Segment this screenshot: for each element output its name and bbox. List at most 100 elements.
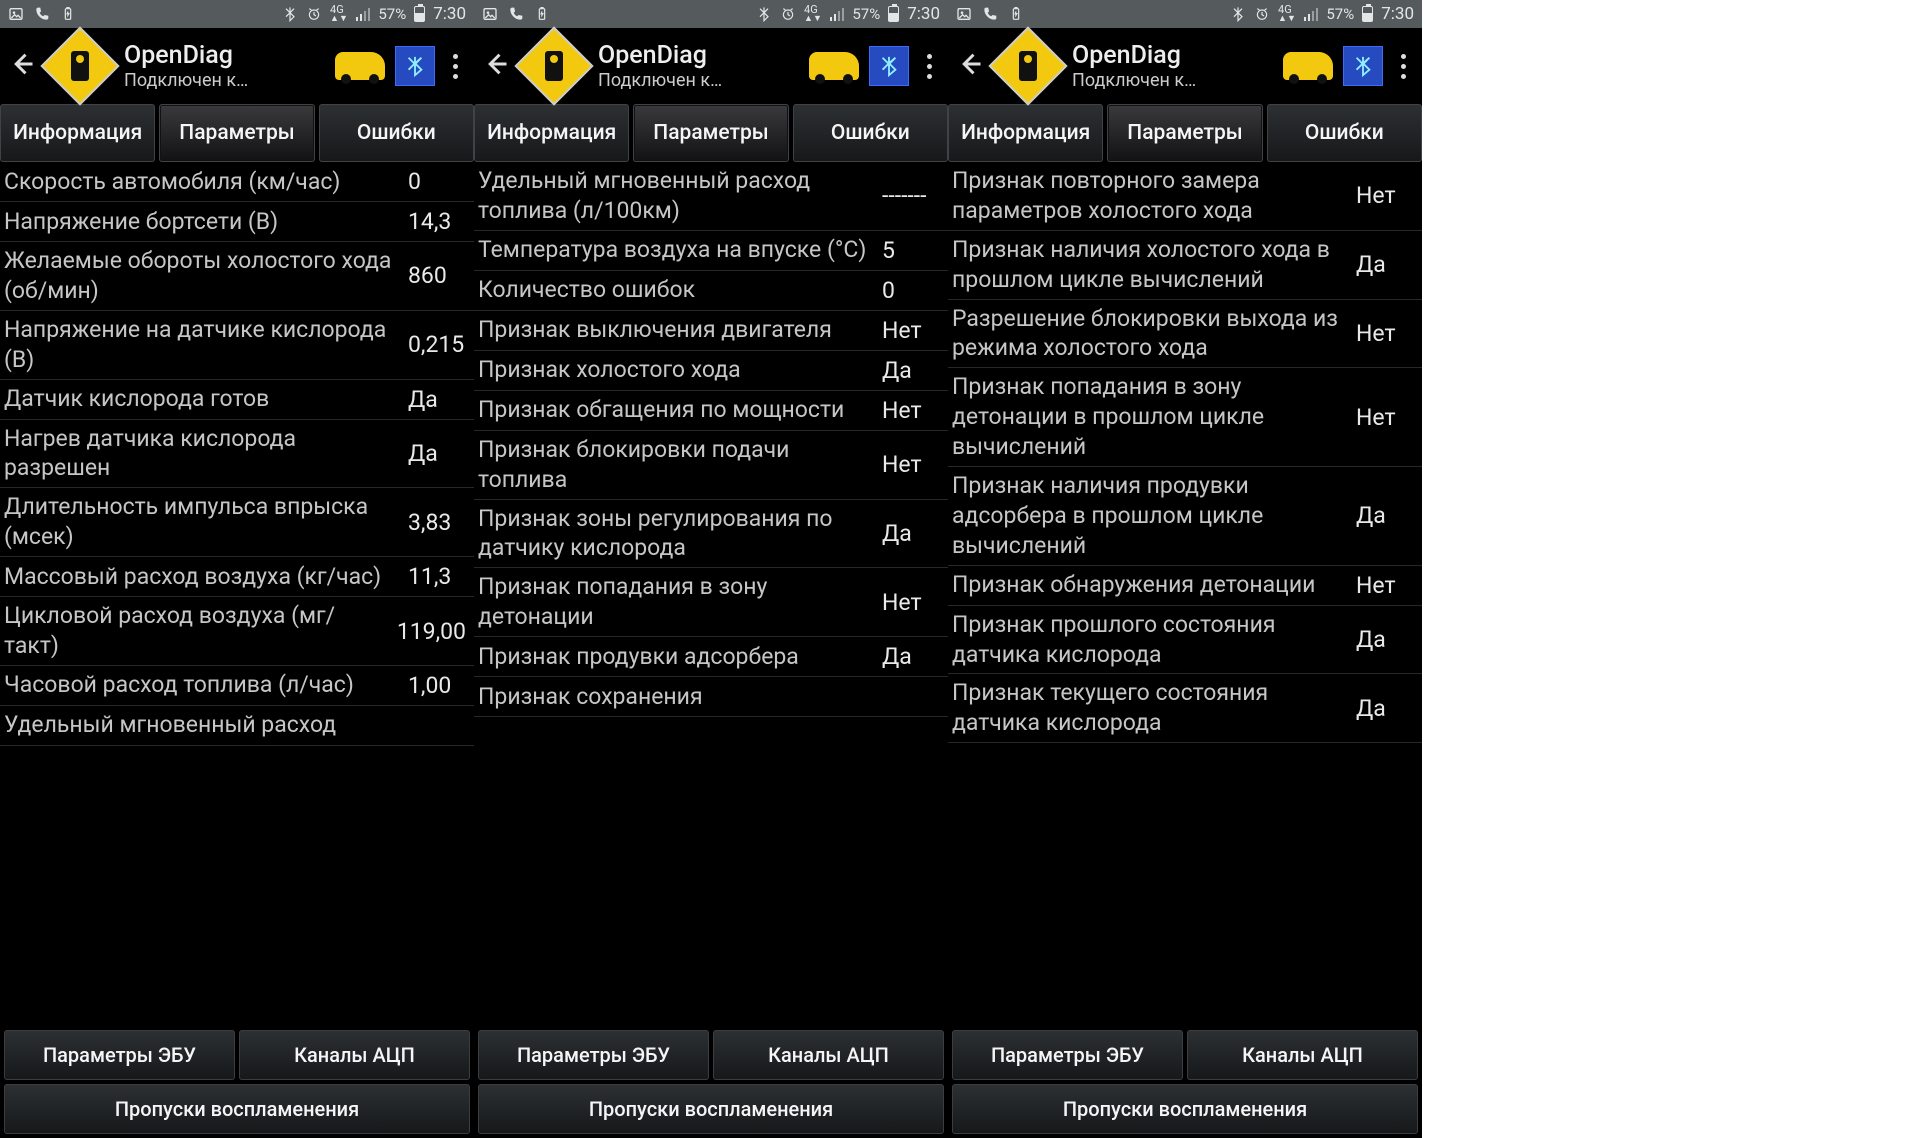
param-label: Разрешение блокировки выхода из режима х… xyxy=(952,304,1344,364)
tab-info[interactable]: Информация xyxy=(948,104,1103,162)
param-row[interactable]: Признак обнаружения детонации Нет xyxy=(948,566,1422,606)
param-value: 0 xyxy=(396,168,466,195)
back-button[interactable] xyxy=(8,50,36,82)
param-row[interactable]: Признак повторного замера параметров хол… xyxy=(948,162,1422,231)
param-row[interactable]: Признак продувки адсорбера Да xyxy=(474,637,948,677)
param-row[interactable]: Температура воздуха на впуске (°C) 5 xyxy=(474,231,948,271)
param-row[interactable]: Признак холостого хода Да xyxy=(474,351,948,391)
app-title: OpenDiag xyxy=(598,41,799,70)
alarm-icon xyxy=(306,6,322,22)
tab-info[interactable]: Информация xyxy=(0,104,155,162)
param-row[interactable]: Признак сохранения xyxy=(474,677,948,717)
param-value: Нет xyxy=(1344,182,1414,209)
app-bar: OpenDiag Подключен к… xyxy=(0,28,474,104)
param-label: Признак повторного замера параметров хол… xyxy=(952,166,1344,226)
param-row[interactable]: Удельный мгновенный расход xyxy=(0,706,474,746)
app-title: OpenDiag xyxy=(1072,41,1273,70)
params-list[interactable]: Скорость автомобиля (км/час) 0 Напряжени… xyxy=(0,162,474,1026)
phone-icon xyxy=(982,6,998,22)
adc-channels-button[interactable]: Каналы АЦП xyxy=(239,1030,470,1080)
param-row[interactable]: Признак зоны регулирования по датчику ки… xyxy=(474,500,948,569)
params-list[interactable]: Признак повторного замера параметров хол… xyxy=(948,162,1422,1026)
adc-channels-button[interactable]: Каналы АЦП xyxy=(713,1030,944,1080)
tab-params[interactable]: Параметры xyxy=(633,104,788,162)
car-status-icon[interactable] xyxy=(809,52,859,80)
param-row[interactable]: Количество ошибок 0 xyxy=(474,271,948,311)
param-value: Да xyxy=(1344,626,1414,653)
signal-bars-icon xyxy=(356,7,371,21)
battery-percent: 57% xyxy=(852,5,880,23)
fade xyxy=(474,998,948,1026)
bluetooth-badge[interactable] xyxy=(395,46,435,86)
param-row[interactable]: Признак попадания в зону детонации Нет xyxy=(474,568,948,637)
network-type: 4G▲▼ xyxy=(330,4,348,24)
car-status-icon[interactable] xyxy=(1283,52,1333,80)
param-value: Да xyxy=(396,386,466,413)
overflow-menu-button[interactable] xyxy=(1393,54,1414,79)
tab-errors[interactable]: Ошибки xyxy=(1267,104,1422,162)
misfire-button[interactable]: Пропуски воспламенения xyxy=(478,1084,944,1134)
tab-errors[interactable]: Ошибки xyxy=(319,104,474,162)
status-bar: 4G▲▼ 57% 7:30 xyxy=(474,0,948,28)
battery-percent: 57% xyxy=(378,5,406,23)
param-row[interactable]: Признак выключения двигателя Нет xyxy=(474,311,948,351)
param-row[interactable]: Датчик кислорода готов Да xyxy=(0,380,474,420)
param-value: Нет xyxy=(1344,404,1414,431)
param-row[interactable]: Длительность импульса впрыска (мсек) 3,8… xyxy=(0,488,474,557)
network-type: 4G▲▼ xyxy=(804,4,822,24)
param-value: 119,00 xyxy=(385,618,466,645)
param-value: Да xyxy=(870,520,940,547)
param-label: Нагрев датчика кислорода разрешен xyxy=(4,424,396,484)
ecu-params-button[interactable]: Параметры ЭБУ xyxy=(952,1030,1183,1080)
screen-2: 4G▲▼ 57% 7:30 OpenDiag Подключен к… Инфо… xyxy=(474,0,948,1138)
param-row[interactable]: Часовой расход топлива (л/час) 1,00 xyxy=(0,666,474,706)
bluetooth-badge[interactable] xyxy=(869,46,909,86)
param-row[interactable]: Признак попадания в зону детонации в про… xyxy=(948,368,1422,467)
param-row[interactable]: Нагрев датчика кислорода разрешен Да xyxy=(0,420,474,489)
misfire-button[interactable]: Пропуски воспламенения xyxy=(952,1084,1418,1134)
param-label: Напряжение на датчике кислорода (В) xyxy=(4,315,396,375)
param-row[interactable]: Признак наличия продувки адсорбера в про… xyxy=(948,467,1422,566)
param-row[interactable]: Разрешение блокировки выхода из режима х… xyxy=(948,300,1422,369)
param-row[interactable]: Цикловой расход воздуха (мг/такт) 119,00 xyxy=(0,597,474,666)
param-row[interactable]: Признак наличия холостого хода в прошлом… xyxy=(948,231,1422,300)
ecu-params-button[interactable]: Параметры ЭБУ xyxy=(478,1030,709,1080)
param-row[interactable]: Скорость автомобиля (км/час) 0 xyxy=(0,162,474,202)
status-bar: 4G▲▼ 57% 7:30 xyxy=(0,0,474,28)
param-value: 860 xyxy=(396,262,466,289)
param-row[interactable]: Признак блокировки подачи топлива Нет xyxy=(474,431,948,500)
overflow-menu-button[interactable] xyxy=(445,54,466,79)
param-value: Да xyxy=(1344,502,1414,529)
image-icon xyxy=(8,6,24,22)
tab-info[interactable]: Информация xyxy=(474,104,629,162)
car-status-icon[interactable] xyxy=(335,52,385,80)
param-row[interactable]: Признак текущего состояния датчика кисло… xyxy=(948,674,1422,743)
tab-params[interactable]: Параметры xyxy=(159,104,314,162)
back-button[interactable] xyxy=(956,50,984,82)
app-subtitle: Подключен к… xyxy=(598,70,799,91)
app-subtitle: Подключен к… xyxy=(124,70,325,91)
param-value: Да xyxy=(396,440,466,467)
back-button[interactable] xyxy=(482,50,510,82)
misfire-button[interactable]: Пропуски воспламенения xyxy=(4,1084,470,1134)
param-label: Признак прошлого состояния датчика кисло… xyxy=(952,610,1344,670)
param-row[interactable]: Напряжение на датчике кислорода (В) 0,21… xyxy=(0,311,474,380)
param-label: Удельный мгновенный расход xyxy=(4,710,396,740)
fade xyxy=(948,998,1422,1026)
param-row[interactable]: Напряжение бортсети (В) 14,3 xyxy=(0,202,474,242)
param-row[interactable]: Удельный мгновенный расход топлива (л/10… xyxy=(474,162,948,231)
tab-errors[interactable]: Ошибки xyxy=(793,104,948,162)
param-row[interactable]: Желаемые обороты холостого хода (об/мин)… xyxy=(0,242,474,311)
app-title: OpenDiag xyxy=(124,41,325,70)
bluetooth-badge[interactable] xyxy=(1343,46,1383,86)
ecu-params-button[interactable]: Параметры ЭБУ xyxy=(4,1030,235,1080)
overflow-menu-button[interactable] xyxy=(919,54,940,79)
params-list[interactable]: Удельный мгновенный расход топлива (л/10… xyxy=(474,162,948,1026)
param-row[interactable]: Признак обгащения по мощности Нет xyxy=(474,391,948,431)
param-row[interactable]: Признак прошлого состояния датчика кисло… xyxy=(948,606,1422,675)
clock: 7:30 xyxy=(1381,4,1414,24)
tab-params[interactable]: Параметры xyxy=(1107,104,1262,162)
param-row[interactable]: Массовый расход воздуха (кг/час) 11,3 xyxy=(0,557,474,597)
app-subtitle: Подключен к… xyxy=(1072,70,1273,91)
adc-channels-button[interactable]: Каналы АЦП xyxy=(1187,1030,1418,1080)
